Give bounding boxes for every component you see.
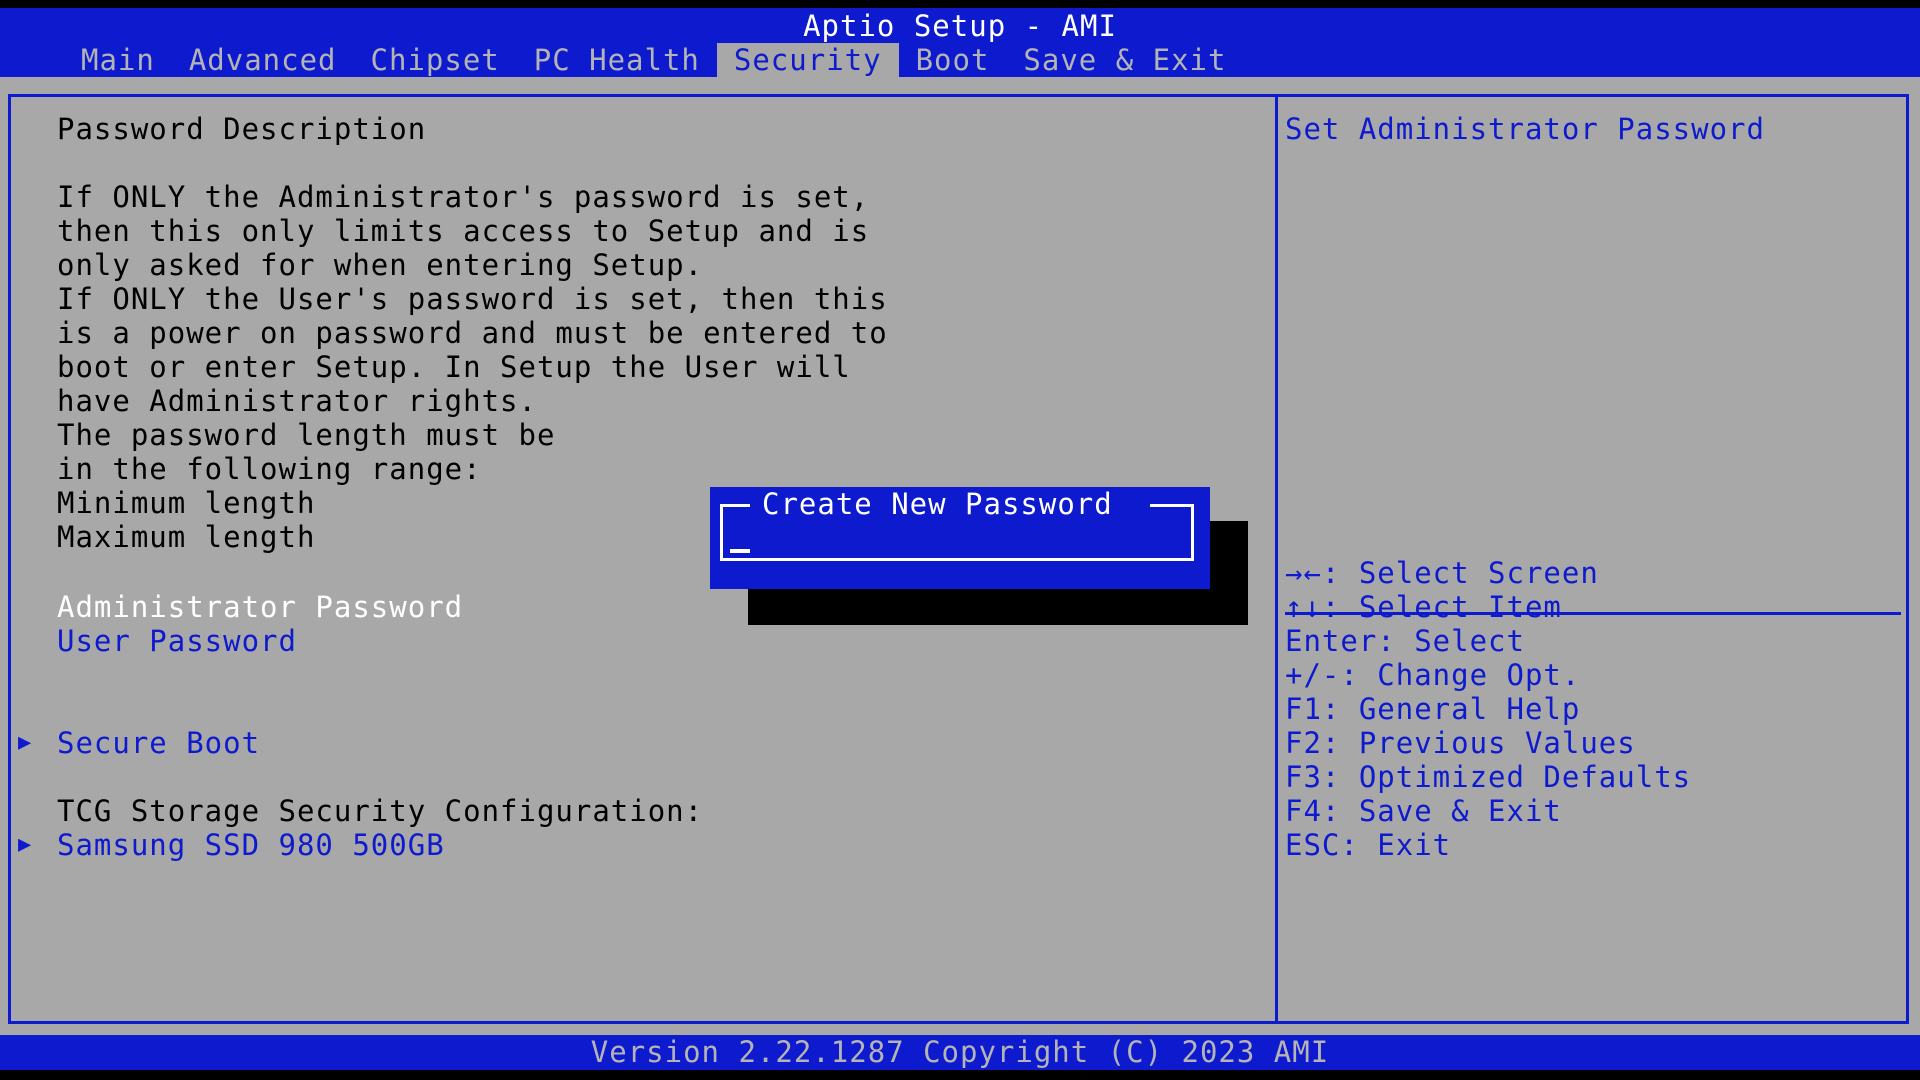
hotkey-select-item: ↑↓: Select Item (1285, 590, 1562, 624)
tcg-storage-heading: TCG Storage Security Configuration: (57, 794, 704, 828)
secure-boot-item[interactable]: Secure Boot (57, 726, 260, 760)
dialog-border-top-right (1150, 504, 1194, 507)
administrator-password-item[interactable]: Administrator Password (57, 590, 463, 624)
hotkey-f4: F4: Save & Exit (1285, 794, 1562, 828)
hotkey-esc: ESC: Exit (1285, 828, 1452, 862)
hotkey-enter: Enter: Select (1285, 624, 1525, 658)
dialog-border-top-left (720, 504, 750, 507)
maximum-length-label: Maximum length (57, 520, 316, 554)
description-line: boot or enter Setup. In Setup the User w… (57, 350, 851, 384)
description-line: The password length must be (57, 418, 556, 452)
hotkey-f1: F1: General Help (1285, 692, 1581, 726)
window-title: Aptio Setup - AMI (803, 9, 1117, 43)
tab-advanced[interactable]: Advanced (172, 43, 354, 77)
minimum-length-label: Minimum length (57, 486, 316, 520)
version-footer: Version 2.22.1287 Copyright (C) 2023 AMI (0, 1035, 1920, 1070)
tab-security[interactable]: Security (716, 43, 899, 77)
tab-main[interactable]: Main (64, 43, 172, 77)
tab-save-exit[interactable]: Save & Exit (1006, 43, 1243, 77)
password-description-title: Password Description (57, 112, 427, 146)
hotkey-select-screen: →←: Select Screen (1285, 556, 1599, 590)
text-cursor (730, 549, 750, 553)
hotkey-f3: F3: Optimized Defaults (1285, 760, 1692, 794)
tab-boot[interactable]: Boot (899, 43, 1007, 77)
description-line: If ONLY the User's password is set, then… (57, 282, 888, 316)
password-input[interactable] (728, 527, 1168, 561)
create-password-dialog: Create New Password (710, 487, 1210, 589)
dialog-title: Create New Password (762, 487, 1113, 521)
description-line: only asked for when entering Setup. (57, 248, 704, 282)
tab-chipset[interactable]: Chipset (354, 43, 517, 77)
user-password-item[interactable]: User Password (57, 624, 297, 658)
hotkey-change-opt: +/-: Change Opt. (1285, 658, 1581, 692)
description-line: is a power on password and must be enter… (57, 316, 888, 350)
item-help-text: Set Administrator Password (1285, 112, 1765, 146)
tab-pc-health[interactable]: PC Health (517, 43, 717, 77)
submenu-arrow-icon: ▶ (18, 730, 33, 755)
description-line: If ONLY the Administrator's password is … (57, 180, 870, 214)
description-line: have Administrator rights. (57, 384, 537, 418)
submenu-arrow-icon: ▶ (18, 832, 33, 857)
hotkey-f2: F2: Previous Values (1285, 726, 1636, 760)
storage-device-item[interactable]: Samsung SSD 980 500GB (57, 828, 445, 862)
description-line: then this only limits access to Setup an… (57, 214, 870, 248)
menu-tabs: Main Advanced Chipset PC Health Security… (64, 43, 1243, 77)
description-line: in the following range: (57, 452, 482, 486)
